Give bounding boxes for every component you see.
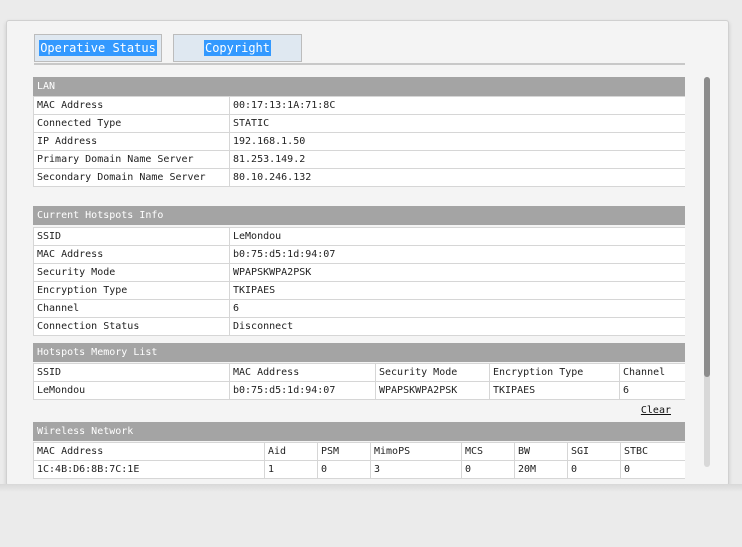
tab-divider <box>34 63 685 65</box>
row-value: 80.10.246.132 <box>229 168 685 187</box>
table-row: Connection Status Disconnect <box>33 317 685 336</box>
vertical-scrollbar[interactable] <box>704 77 710 467</box>
row-value: WPAPSKWPA2PSK <box>229 263 685 282</box>
hotspot-table: SSID LeMondou MAC Address b0:75:d5:1d:94:0… <box>33 227 685 336</box>
row-label: Security Mode <box>33 263 230 282</box>
row-label: SSID <box>33 227 230 246</box>
table-header-row: SSID MAC Address Security Mode Encryptio… <box>33 363 685 382</box>
table-cell: WPAPSKWPA2PSK <box>375 381 490 400</box>
row-label: Connection Status <box>33 317 230 336</box>
tab-operative-status[interactable]: Operative Status <box>34 34 162 62</box>
row-label: MAC Address <box>33 96 230 115</box>
row-value: Disconnect <box>229 317 685 336</box>
column-header: Security Mode <box>375 363 490 382</box>
column-header: SGI <box>567 442 621 461</box>
table-row: Connected Type STATIC <box>33 114 685 133</box>
table-cell: TKIPAES <box>489 381 620 400</box>
row-label: Secondary Domain Name Server <box>33 168 230 187</box>
table-row: 1C:4B:D6:8B:7C:1E 1 0 3 0 20M 0 0 <box>33 460 685 479</box>
row-value: LeMondou <box>229 227 685 246</box>
table-row: Secondary Domain Name Server 80.10.246.13… <box>33 168 685 187</box>
row-value: b0:75:d5:1d:94:07 <box>229 245 685 264</box>
table-row: Primary Domain Name Server 81.253.149.2 <box>33 150 685 169</box>
column-header: Channel <box>619 363 685 382</box>
table-row: Encryption Type TKIPAES <box>33 281 685 300</box>
table-header-row: MAC Address Aid PSM MimoPS MCS BW SGI ST… <box>33 442 685 461</box>
table-row: SSID LeMondou <box>33 227 685 246</box>
section-header-wireless: Wireless Network <box>33 422 685 441</box>
column-header: STBC <box>620 442 685 461</box>
status-content: LAN MAC Address 00:17:13:1A:71:8C Connect… <box>33 77 685 483</box>
column-header: Aid <box>264 442 318 461</box>
lan-table: MAC Address 00:17:13:1A:71:8C Connected T… <box>33 96 685 187</box>
row-label: Primary Domain Name Server <box>33 150 230 169</box>
table-cell: 1 <box>264 460 318 479</box>
column-header: PSM <box>317 442 371 461</box>
row-value: 81.253.149.2 <box>229 150 685 169</box>
table-cell: 1C:4B:D6:8B:7C:1E <box>33 460 265 479</box>
table-cell: 0 <box>461 460 515 479</box>
column-header: MCS <box>461 442 515 461</box>
row-value: 192.168.1.50 <box>229 132 685 151</box>
table-row: LeMondou b0:75:d5:1d:94:07 WPAPSKWPA2PSK… <box>33 381 685 400</box>
table-cell: 0 <box>567 460 621 479</box>
bottom-shadow <box>0 484 742 492</box>
table-cell: LeMondou <box>33 381 230 400</box>
row-value: 6 <box>229 299 685 318</box>
table-row: IP Address 192.168.1.50 <box>33 132 685 151</box>
row-label: MAC Address <box>33 245 230 264</box>
tab-copyright[interactable]: Copyright <box>173 34 302 62</box>
row-label: Channel <box>33 299 230 318</box>
row-value: STATIC <box>229 114 685 133</box>
section-header-memory: Hotspots Memory List <box>33 343 685 362</box>
table-cell: 6 <box>619 381 685 400</box>
memory-table: SSID MAC Address Security Mode Encryptio… <box>33 363 685 400</box>
table-cell: 0 <box>620 460 685 479</box>
table-cell: b0:75:d5:1d:94:07 <box>229 381 376 400</box>
scrollbar-thumb[interactable] <box>704 77 710 377</box>
table-cell: 20M <box>514 460 568 479</box>
table-cell: 0 <box>317 460 371 479</box>
table-row: MAC Address 00:17:13:1A:71:8C <box>33 96 685 115</box>
section-header-hotspot: Current Hotspots Info <box>33 206 685 225</box>
table-row: MAC Address b0:75:d5:1d:94:07 <box>33 245 685 264</box>
table-cell: 3 <box>370 460 462 479</box>
tab-label: Copyright <box>203 40 272 56</box>
section-header-lan: LAN <box>33 77 685 96</box>
table-row: Security Mode WPAPSKWPA2PSK <box>33 263 685 282</box>
clear-link[interactable]: Clear <box>641 405 671 416</box>
column-header: MimoPS <box>370 442 462 461</box>
column-header: BW <box>514 442 568 461</box>
row-value: TKIPAES <box>229 281 685 300</box>
table-row: Channel 6 <box>33 299 685 318</box>
tab-label: Operative Status <box>39 40 157 56</box>
status-panel: Operative Status Copyright LAN MAC Addre… <box>6 20 729 486</box>
row-label: Connected Type <box>33 114 230 133</box>
row-value: 00:17:13:1A:71:8C <box>229 96 685 115</box>
column-header: SSID <box>33 363 230 382</box>
column-header: Encryption Type <box>489 363 620 382</box>
row-label: Encryption Type <box>33 281 230 300</box>
row-label: IP Address <box>33 132 230 151</box>
wireless-table: MAC Address Aid PSM MimoPS MCS BW SGI ST… <box>33 442 685 479</box>
column-header: MAC Address <box>229 363 376 382</box>
column-header: MAC Address <box>33 442 265 461</box>
